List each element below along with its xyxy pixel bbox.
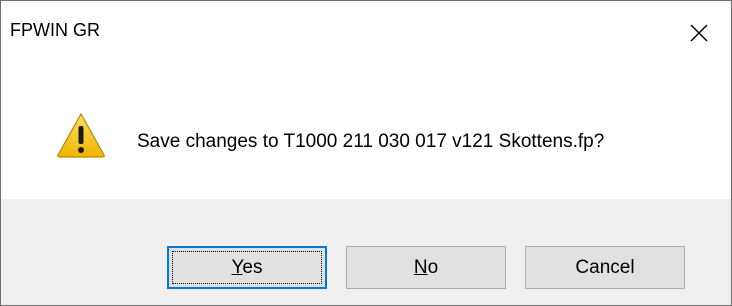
save-changes-dialog: FPWIN GR Save changes to T1000 211 030 0…	[0, 0, 732, 306]
cancel-label: Cancel	[575, 257, 635, 278]
window-title: FPWIN GR	[10, 20, 100, 40]
yes-button[interactable]: Yes	[167, 246, 327, 289]
no-accelerator: N	[413, 257, 428, 278]
no-button[interactable]: No	[346, 246, 506, 289]
no-label: o	[427, 257, 439, 278]
message-area: Save changes to T1000 211 030 017 v121 S…	[1, 63, 731, 193]
message-text: Save changes to T1000 211 030 017 v121 S…	[137, 131, 605, 152]
button-bar: Yes No Cancel	[1, 199, 731, 305]
close-button[interactable]	[669, 1, 731, 63]
cancel-button[interactable]: Cancel	[525, 246, 685, 289]
close-icon	[690, 24, 708, 42]
warning-icon	[57, 112, 105, 158]
title-bar[interactable]: FPWIN GR	[1, 1, 731, 63]
focus-ring	[172, 251, 322, 284]
